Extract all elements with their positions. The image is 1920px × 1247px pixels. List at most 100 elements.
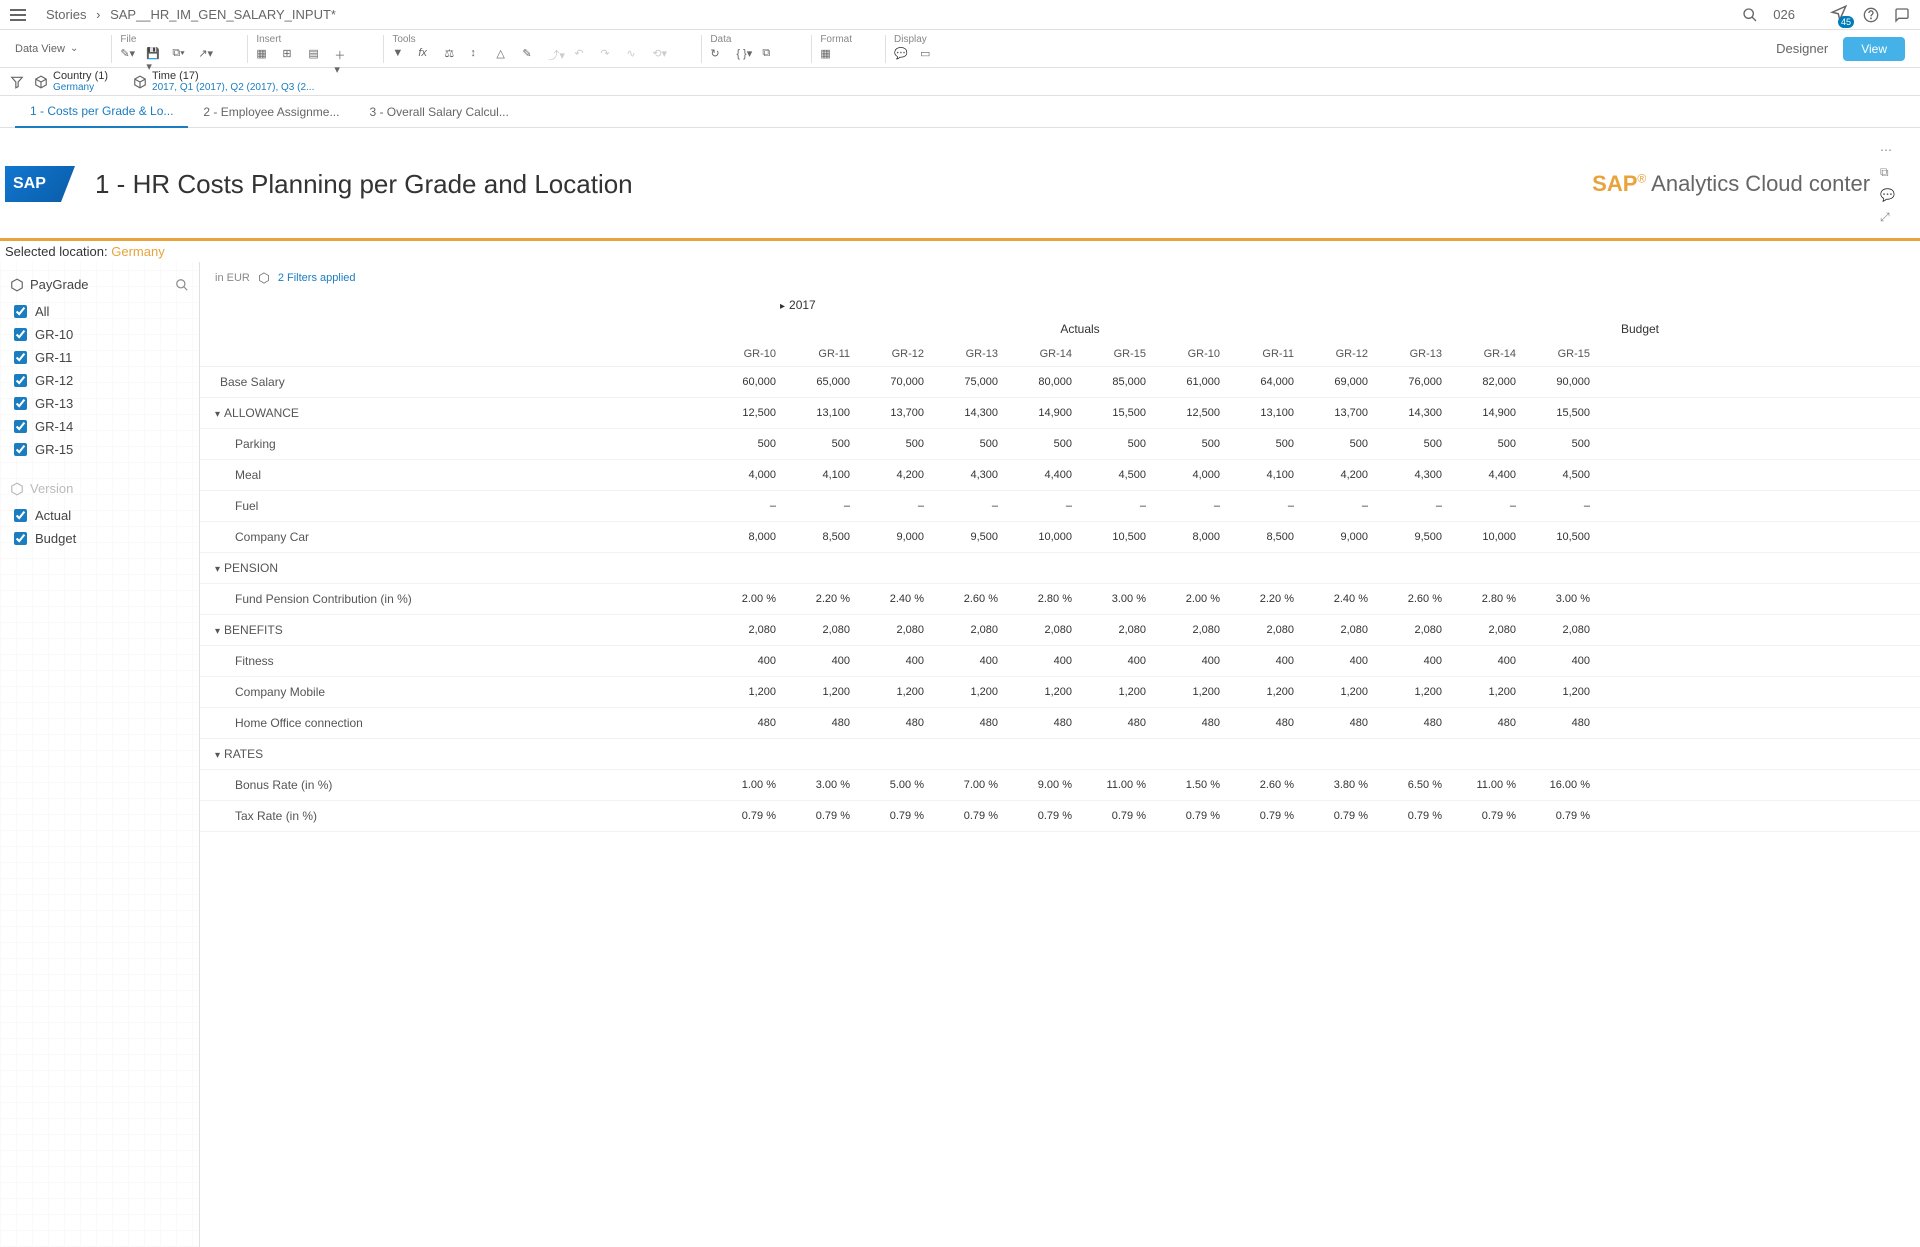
breadcrumb-root[interactable]: Stories [46,7,86,22]
cell[interactable]: 2,080 [784,624,858,636]
cell[interactable]: 480 [1302,717,1376,729]
cell[interactable]: 400 [1302,655,1376,667]
cell[interactable]: 4,000 [710,469,784,481]
checkbox[interactable] [14,328,27,341]
filters-applied-link[interactable]: 2 Filters applied [278,272,356,284]
curve-icon[interactable]: ∿ [626,47,642,63]
copy-icon[interactable]: ⧉▾ [172,47,188,63]
cell[interactable]: – [1524,500,1598,512]
cell[interactable]: 400 [784,655,858,667]
sidebar-item[interactable]: Budget [10,527,189,550]
sidebar-item[interactable]: GR-11 [10,346,189,369]
tab[interactable]: 1 - Costs per Grade & Lo... [15,96,188,128]
checkbox[interactable] [14,374,27,387]
sidebar-item[interactable]: GR-12 [10,369,189,392]
data-view-toggle[interactable]: Data View⌄ [15,43,78,55]
table-row[interactable]: Parking500500500500500500500500500500500… [200,429,1920,460]
cell[interactable]: 3.00 % [1524,593,1598,605]
cell[interactable]: 82,000 [1450,376,1524,388]
cell[interactable]: 480 [858,717,932,729]
braces-icon[interactable]: { }▾ [736,47,752,63]
cell[interactable]: 400 [858,655,932,667]
cell[interactable]: 0.79 % [784,810,858,822]
cell[interactable]: 480 [1524,717,1598,729]
cell[interactable]: 400 [1450,655,1524,667]
cell[interactable]: 0.79 % [932,810,1006,822]
cell[interactable]: 8,000 [1154,531,1228,543]
sidebar-item[interactable]: GR-14 [10,415,189,438]
cell[interactable]: 4,300 [932,469,1006,481]
cell[interactable]: – [1006,500,1080,512]
cell[interactable]: 500 [1080,438,1154,450]
cell[interactable]: 11.00 % [1450,779,1524,791]
balance-icon[interactable]: ⚖ [444,47,460,63]
cell[interactable]: 400 [1228,655,1302,667]
table-row[interactable]: Bonus Rate (in %)1.00 %3.00 %5.00 %7.00 … [200,770,1920,801]
cell[interactable]: 0.79 % [1228,810,1302,822]
sidebar-item[interactable]: All [10,300,189,323]
cell[interactable]: 0.79 % [1154,810,1228,822]
year-header[interactable]: ▸2017 [780,294,1920,316]
expand-icon[interactable]: ⤢ [1880,210,1895,225]
checkbox[interactable] [14,420,27,433]
cell[interactable]: 3.00 % [1080,593,1154,605]
cell[interactable]: 8,500 [784,531,858,543]
cell[interactable]: 2,080 [710,624,784,636]
copy-page-icon[interactable]: ⧉ [1880,165,1895,180]
cell[interactable]: 480 [932,717,1006,729]
cell[interactable]: – [858,500,932,512]
cell[interactable]: – [1080,500,1154,512]
cell[interactable]: 1.00 % [710,779,784,791]
cell[interactable]: 1,200 [1080,686,1154,698]
sidebar-item[interactable]: GR-15 [10,438,189,461]
cell[interactable]: 2.60 % [1376,593,1450,605]
cell[interactable]: 0.79 % [1524,810,1598,822]
cell[interactable]: 400 [932,655,1006,667]
cell[interactable]: 500 [710,438,784,450]
sort-icon[interactable]: ↕ [470,47,486,63]
cell[interactable]: 16.00 % [1524,779,1598,791]
more-icon[interactable]: ⋯ [1880,143,1895,157]
cell[interactable]: 9,000 [858,531,932,543]
designer-link[interactable]: Designer [1776,41,1828,56]
cell[interactable]: 4,400 [1450,469,1524,481]
cell[interactable]: 9.00 % [1006,779,1080,791]
export-icon[interactable]: ↗▾ [198,47,214,63]
cell[interactable]: 480 [1450,717,1524,729]
cell[interactable]: 2,080 [858,624,932,636]
cell[interactable]: 2,080 [1450,624,1524,636]
cell[interactable]: 14,300 [932,407,1006,419]
table-icon[interactable]: ⊞ [282,47,298,63]
cell[interactable]: 6.50 % [1376,779,1450,791]
cell[interactable]: – [932,500,1006,512]
cell[interactable]: 500 [1154,438,1228,450]
filter-country[interactable]: Country (1) Germany [34,70,108,93]
cell[interactable]: 1,200 [1376,686,1450,698]
undo-icon[interactable]: ↶ [574,47,590,63]
cell[interactable]: 64,000 [1228,376,1302,388]
tab[interactable]: 2 - Employee Assignme... [188,97,354,127]
cell[interactable]: 1.50 % [1154,779,1228,791]
refresh-icon[interactable]: ↻ [710,47,726,63]
cell[interactable]: 400 [1080,655,1154,667]
cell[interactable]: 1,200 [1228,686,1302,698]
cell[interactable]: 500 [1302,438,1376,450]
table-row[interactable]: Fuel–––––––––––– [200,491,1920,522]
cell[interactable]: 14,300 [1376,407,1450,419]
checkbox[interactable] [14,509,27,522]
cell[interactable]: 500 [1376,438,1450,450]
save-icon[interactable]: 💾▾ [146,47,162,63]
filter-icon[interactable] [10,75,24,89]
cell[interactable]: – [1302,500,1376,512]
cell[interactable]: 1,200 [1302,686,1376,698]
chat-icon[interactable] [1894,7,1910,23]
cell[interactable]: 4,200 [858,469,932,481]
view-button[interactable]: View [1843,37,1905,61]
checkbox[interactable] [14,305,27,318]
cell[interactable]: 12,500 [710,407,784,419]
cell[interactable]: 80,000 [1006,376,1080,388]
cell[interactable]: 500 [932,438,1006,450]
cell[interactable]: 500 [784,438,858,450]
fx-icon[interactable]: fx [418,47,434,63]
checkbox[interactable] [14,351,27,364]
